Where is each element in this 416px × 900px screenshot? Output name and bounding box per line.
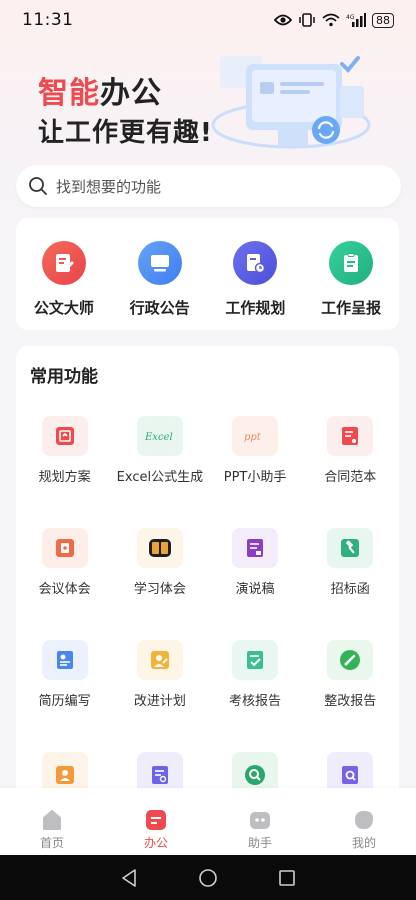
nav-item-office[interactable]: 办公 bbox=[116, 810, 196, 851]
feature-item-ppt[interactable]: ppt PPT小助手 bbox=[209, 416, 302, 482]
meeting-icon bbox=[41, 528, 88, 568]
feature-label: 规划方案 bbox=[38, 469, 91, 482]
nav-item-home[interactable]: 首页 bbox=[12, 810, 92, 851]
vibrate-icon bbox=[299, 13, 315, 27]
quick-action-label: 工作呈报 bbox=[321, 299, 382, 317]
quick-action-label: 行政公告 bbox=[129, 299, 190, 317]
assistant-icon bbox=[250, 812, 270, 829]
calendar-plan-icon bbox=[233, 241, 278, 285]
nav-label: 首页 bbox=[39, 836, 64, 850]
svg-text:ppt: ppt bbox=[244, 432, 262, 443]
svg-text:4G: 4G bbox=[346, 14, 355, 21]
document-edit-icon bbox=[41, 241, 86, 285]
feature-item-improve[interactable]: 改进计划 bbox=[113, 640, 206, 706]
speech-icon bbox=[232, 528, 279, 568]
nav-label: 办公 bbox=[143, 836, 168, 850]
search-bar[interactable]: 找到想要的功能 bbox=[16, 165, 401, 207]
monitor-icon bbox=[137, 241, 182, 285]
home-icon bbox=[43, 810, 61, 830]
recents-icon[interactable] bbox=[278, 869, 296, 887]
nav-label: 助手 bbox=[247, 836, 272, 850]
feature-item-review[interactable]: 考核报告 bbox=[209, 640, 302, 706]
resume-icon bbox=[41, 640, 88, 680]
back-icon[interactable] bbox=[120, 868, 138, 888]
feature-label: 简历编写 bbox=[38, 693, 91, 706]
quick-action-work-report[interactable]: 工作呈报 bbox=[305, 241, 397, 318]
quick-action-label: 工作规划 bbox=[225, 299, 286, 317]
feature-item-contract[interactable]: 合同范本 bbox=[304, 416, 397, 482]
review-icon bbox=[232, 640, 279, 680]
bottom-navigation: 首页 办公 助手 我的 bbox=[0, 788, 416, 855]
clipboard-icon bbox=[329, 241, 374, 285]
feature-item-tender[interactable]: 招标函 bbox=[304, 528, 397, 594]
gavel-icon bbox=[327, 528, 374, 568]
book-icon bbox=[136, 528, 183, 568]
svg-text:Excel: Excel bbox=[144, 432, 173, 443]
common-features-card: 常用功能 规划方案 Excel Excel公式生成 ppt PPT小助手 合同范… bbox=[16, 346, 399, 806]
feature-label: PPT小助手 bbox=[223, 469, 287, 482]
quick-action-work-plan[interactable]: 工作规划 bbox=[209, 241, 301, 318]
nav-label: 我的 bbox=[351, 836, 376, 850]
feature-label: 考核报告 bbox=[229, 693, 282, 706]
improve-icon bbox=[136, 640, 183, 680]
status-time: 11:31 bbox=[22, 10, 74, 30]
feature-item-speech[interactable]: 演说稿 bbox=[209, 528, 302, 594]
feature-item-study[interactable]: 学习体会 bbox=[113, 528, 206, 594]
plan-icon bbox=[41, 416, 88, 456]
battery-indicator: 88 bbox=[372, 12, 394, 28]
hero-title-accent: 智能 bbox=[38, 76, 100, 111]
office-icon bbox=[146, 810, 166, 830]
profile-icon bbox=[355, 811, 374, 829]
rectify-icon bbox=[327, 640, 374, 680]
quick-action-label: 公文大师 bbox=[33, 299, 94, 317]
eye-icon bbox=[274, 14, 292, 26]
feature-label: 招标函 bbox=[330, 581, 370, 594]
feature-label: 学习体会 bbox=[133, 581, 186, 594]
hero-title: 智能办公 bbox=[38, 68, 162, 112]
system-navigation-bar bbox=[0, 855, 416, 900]
feature-item-resume[interactable]: 简历编写 bbox=[18, 640, 111, 706]
hero-title-rest: 办公 bbox=[100, 76, 162, 111]
feature-item-plan[interactable]: 规划方案 bbox=[18, 416, 111, 482]
quick-action-admin-notice[interactable]: 行政公告 bbox=[114, 241, 206, 318]
wifi-icon bbox=[322, 13, 340, 27]
feature-label: 会议体会 bbox=[38, 581, 91, 594]
feature-item-rectify[interactable]: 整改报告 bbox=[304, 640, 397, 706]
search-placeholder: 找到想要的功能 bbox=[56, 177, 162, 196]
status-icons: 4G 88 bbox=[274, 12, 394, 28]
feature-grid: 规划方案 Excel Excel公式生成 ppt PPT小助手 合同范本 会议体… bbox=[16, 416, 399, 806]
feature-item-excel[interactable]: Excel Excel公式生成 bbox=[113, 416, 206, 482]
home-circle-icon[interactable] bbox=[198, 868, 218, 888]
nav-item-profile[interactable]: 我的 bbox=[324, 810, 404, 851]
excel-icon: Excel bbox=[136, 416, 183, 456]
status-bar: 11:31 4G 88 bbox=[0, 0, 416, 40]
section-title: 常用功能 bbox=[30, 367, 98, 387]
office-illustration bbox=[211, 56, 371, 149]
search-icon bbox=[29, 177, 47, 195]
ppt-icon: ppt bbox=[232, 416, 279, 456]
quick-actions-card: 公文大师 行政公告 工作规划 工作呈报 bbox=[16, 218, 399, 330]
feature-label: 合同范本 bbox=[324, 469, 377, 482]
hero-subtitle: 让工作更有趣! bbox=[38, 118, 213, 148]
signal-icon: 4G bbox=[346, 13, 366, 27]
feature-label: 改进计划 bbox=[133, 693, 186, 706]
feature-label: 整改报告 bbox=[324, 693, 377, 706]
quick-action-official-doc[interactable]: 公文大师 bbox=[18, 241, 110, 318]
feature-label: 演说稿 bbox=[235, 581, 275, 594]
feature-label: Excel公式生成 bbox=[116, 469, 204, 482]
nav-item-assistant[interactable]: 助手 bbox=[220, 810, 300, 851]
contract-icon bbox=[327, 416, 374, 456]
feature-item-meeting[interactable]: 会议体会 bbox=[18, 528, 111, 594]
